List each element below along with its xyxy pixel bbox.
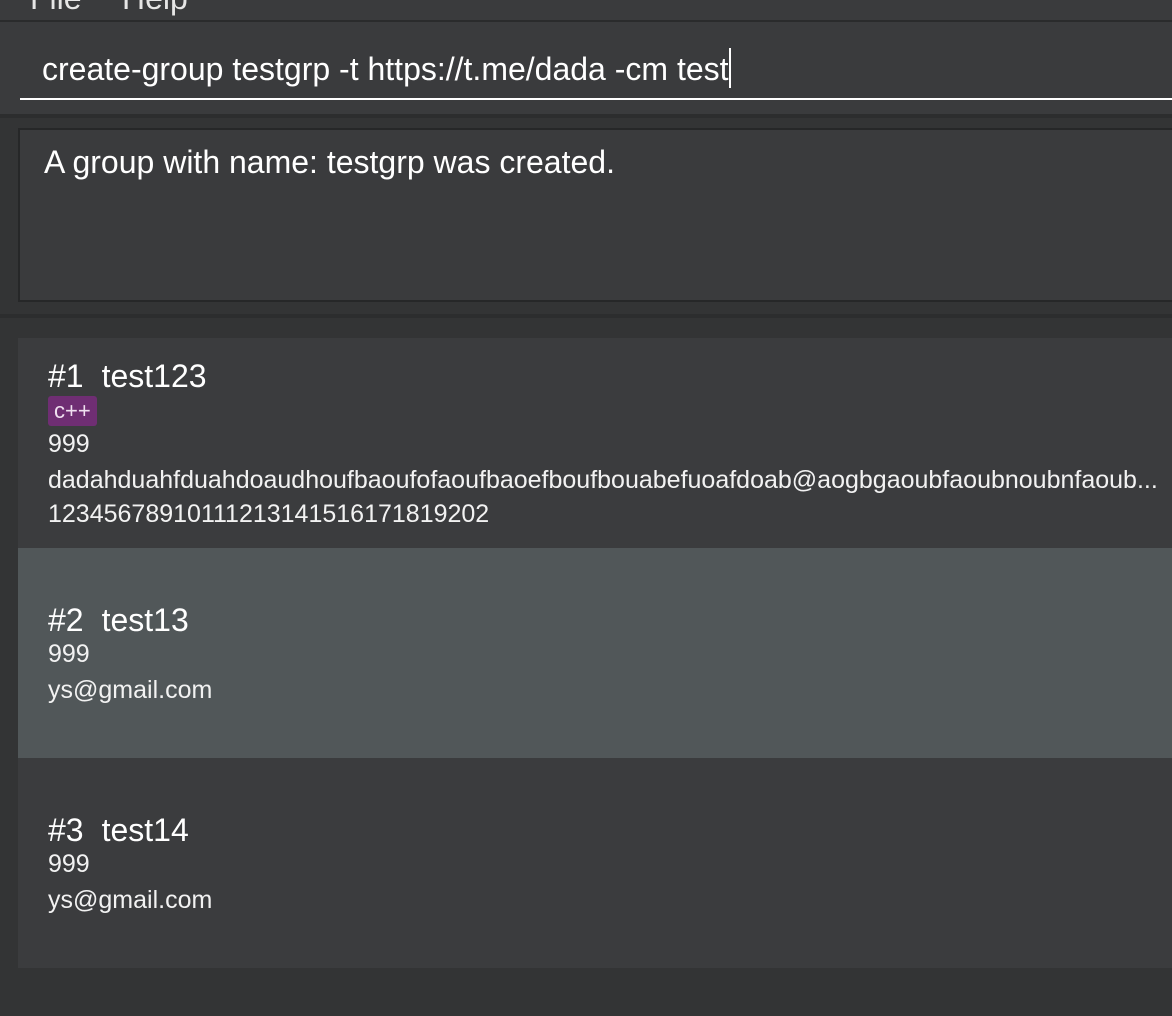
person-phone: 999 <box>48 850 90 878</box>
person-email: ys@gmail.com <box>48 886 213 914</box>
result-display[interactable]: A group with name: testgrp was created. <box>18 128 1172 302</box>
person-email: dadahduahfduahdoaudhoufbaoufofaoufbaoefb… <box>48 466 1158 494</box>
person-email: ys@gmail.com <box>48 676 213 704</box>
person-name: test123 <box>101 358 207 394</box>
person-index: #2 <box>48 602 84 638</box>
person-name: test14 <box>101 812 189 848</box>
person-phone: 999 <box>48 640 90 668</box>
person-card-header: #2 test13 <box>48 602 189 639</box>
person-list[interactable]: #1 test123 c++ 999 dadahduahfduahdoaudhou… <box>0 318 1172 1016</box>
command-box-panel: create-group testgrp -t https://t.me/dad… <box>0 22 1172 118</box>
command-input-text: create-group testgrp -t https://t.me/dad… <box>42 51 729 87</box>
person-card-header: #1 test123 <box>48 358 207 395</box>
command-input[interactable]: create-group testgrp -t https://t.me/dad… <box>20 46 1172 100</box>
person-telegram: 12345678910111213141516171819202 <box>48 500 490 528</box>
person-card-header: #3 test14 <box>48 812 189 849</box>
menu-help[interactable]: Help <box>122 0 188 17</box>
person-card-selected[interactable]: #2 test13 999 ys@gmail.com <box>18 548 1172 758</box>
result-message: A group with name: testgrp was created. <box>44 144 615 180</box>
result-display-panel: A group with name: testgrp was created. <box>0 118 1172 318</box>
text-caret <box>728 48 731 88</box>
person-card[interactable]: #3 test14 999 ys@gmail.com <box>18 758 1172 968</box>
menu-file[interactable]: File <box>30 0 82 17</box>
person-index: #1 <box>48 358 84 394</box>
person-index: #3 <box>48 812 84 848</box>
person-phone: 999 <box>48 430 90 458</box>
person-tag: c++ <box>48 396 97 426</box>
person-name: test13 <box>101 602 189 638</box>
person-card[interactable]: #1 test123 c++ 999 dadahduahfduahdoaudhou… <box>18 338 1172 548</box>
menu-bar: File Help <box>0 0 1172 22</box>
